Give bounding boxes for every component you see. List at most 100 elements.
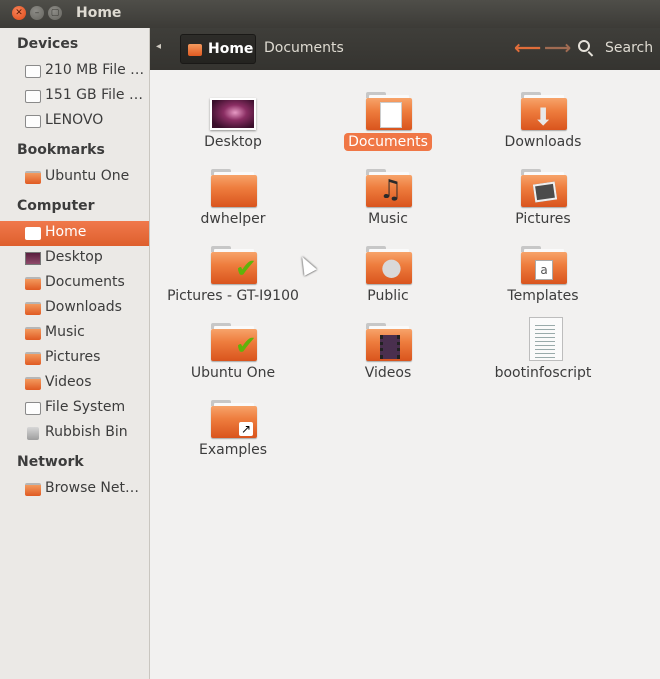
drive-icon [25, 65, 41, 78]
sidebar-item-label: 210 MB File … [45, 62, 145, 78]
sidebar-item-pictures[interactable]: Pictures [0, 346, 149, 371]
file-item-examples[interactable]: ↗ Examples [158, 392, 308, 466]
file-label: Desktop [204, 134, 262, 150]
sidebar-heading-computer: Computer [17, 198, 95, 214]
sidebar-heading-bookmarks: Bookmarks [17, 142, 105, 158]
sidebar-item-device-210mb[interactable]: 210 MB File … [0, 59, 149, 84]
breadcrumb-documents[interactable]: Documents [264, 40, 344, 56]
text-file-icon [519, 315, 567, 363]
synced-folder-icon: ✔ [209, 238, 257, 286]
sidebar-item-videos[interactable]: Videos [0, 371, 149, 396]
drive-icon [25, 402, 41, 415]
sidebar-item-ubuntu-one[interactable]: Ubuntu One [0, 165, 149, 190]
sidebar-item-device-lenovo[interactable]: LENOVO [0, 109, 149, 134]
sidebar-item-music[interactable]: Music [0, 321, 149, 346]
sidebar-item-label: Pictures [45, 349, 101, 365]
music-folder-icon: ♫ [364, 161, 412, 209]
forward-arrow-icon[interactable]: ⟶ [544, 37, 571, 59]
folder-icon [25, 327, 41, 340]
templates-folder-icon: a [519, 238, 567, 286]
sidebar-item-label: LENOVO [45, 112, 104, 128]
minimize-window-button[interactable]: – [30, 6, 44, 20]
sidebar-item-label: Music [45, 324, 85, 340]
folder-icon [25, 352, 41, 365]
folder-icon [25, 377, 41, 390]
file-label: Templates [507, 288, 579, 304]
file-item-ubuntu-one[interactable]: ✔ Ubuntu One [158, 315, 308, 389]
file-label: bootinfoscript [494, 365, 592, 381]
file-label: Public [367, 288, 409, 304]
file-item-downloads[interactable]: ⬇ Downloads [468, 84, 618, 158]
sidebar-heading-network: Network [17, 454, 84, 470]
toolbar: ◂ Home Documents ⟵ ⟶ Search [150, 28, 660, 70]
link-arrow-icon: ↗ [239, 422, 253, 436]
maximize-window-button[interactable]: ▢ [48, 6, 62, 20]
sidebar-item-label: Desktop [45, 249, 103, 265]
sidebar-item-device-151gb[interactable]: 151 GB File s… [0, 84, 149, 109]
sidebar-item-label: Home [45, 224, 87, 240]
back-arrow-icon[interactable]: ⟵ [514, 37, 541, 59]
file-item-dwhelper[interactable]: dwhelper [158, 161, 308, 235]
sidebar-item-rubbish-bin[interactable]: Rubbish Bin [0, 421, 149, 446]
checkmark-icon: ✔ [235, 331, 257, 361]
file-item-bootinfoscript[interactable]: bootinfoscript [468, 315, 618, 389]
sidebar-item-browse-network[interactable]: Browse Net… [0, 477, 149, 502]
file-view[interactable]: Desktop Documents ⬇ Downloads dwhelper ♫… [150, 70, 660, 679]
network-icon [25, 483, 41, 496]
sidebar-item-label: Rubbish Bin [45, 424, 128, 440]
file-label: Examples [198, 442, 268, 458]
sidebar-item-label: Browse Net… [45, 480, 140, 496]
file-item-music[interactable]: ♫ Music [313, 161, 463, 235]
folder-icon [209, 161, 257, 209]
sidebar-heading-devices: Devices [17, 36, 79, 52]
file-item-desktop[interactable]: Desktop [158, 84, 308, 158]
file-item-pictures[interactable]: Pictures [468, 161, 618, 235]
sidebar-item-documents[interactable]: Documents [0, 271, 149, 296]
bin-icon [27, 427, 39, 440]
file-item-templates[interactable]: a Templates [468, 238, 618, 312]
file-label: Music [368, 211, 408, 227]
file-label: Videos [364, 365, 412, 381]
file-label: Ubuntu One [190, 365, 276, 381]
documents-folder-icon [364, 84, 412, 132]
drive-icon [25, 115, 41, 128]
sidebar-item-label: File System [45, 399, 126, 415]
folder-icon [25, 277, 41, 290]
sidebar-item-desktop[interactable]: Desktop [0, 246, 149, 271]
sidebar-item-home[interactable]: Home [0, 221, 149, 246]
downloads-folder-icon: ⬇ [519, 84, 567, 132]
title-bar[interactable]: ✕ – ▢ Home [0, 0, 660, 28]
file-label: dwhelper [200, 211, 266, 227]
search-icon[interactable] [578, 40, 590, 52]
drive-icon [25, 90, 41, 103]
link-folder-icon: ↗ [209, 392, 257, 440]
file-label: Pictures [515, 211, 571, 227]
desktop-icon [25, 252, 41, 265]
sidebar-item-label: Downloads [45, 299, 122, 315]
chevron-left-icon[interactable]: ◂ [156, 41, 161, 52]
file-label: Downloads [504, 134, 582, 150]
checkmark-icon: ✔ [235, 254, 257, 284]
videos-folder-icon [364, 315, 412, 363]
sidebar-item-label: 151 GB File s… [45, 87, 145, 103]
breadcrumb-label: Home [208, 41, 254, 57]
home-folder-icon [188, 44, 202, 56]
file-item-documents[interactable]: Documents [313, 84, 463, 158]
sidebar: Devices 210 MB File … 151 GB File s… LEN… [0, 28, 150, 679]
file-manager-window: ✕ – ▢ Home Devices 210 MB File … 151 GB … [0, 0, 660, 679]
sidebar-item-label: Videos [45, 374, 92, 390]
search-button[interactable]: Search [605, 40, 653, 56]
file-label: Documents [344, 133, 432, 151]
file-item-pictures-gt-i9100[interactable]: ✔ Pictures - GT-I9100 [158, 238, 308, 312]
sidebar-item-downloads[interactable]: Downloads [0, 296, 149, 321]
public-folder-icon: ● [364, 238, 412, 286]
file-item-public[interactable]: ● Public [313, 238, 463, 312]
sidebar-item-file-system[interactable]: File System [0, 396, 149, 421]
file-item-videos[interactable]: Videos [313, 315, 463, 389]
pictures-folder-icon [519, 161, 567, 209]
home-icon [25, 227, 41, 240]
breadcrumb-home[interactable]: Home [180, 34, 256, 64]
sidebar-item-label: Ubuntu One [45, 168, 130, 184]
close-window-button[interactable]: ✕ [12, 6, 26, 20]
desktop-icon [209, 84, 257, 132]
